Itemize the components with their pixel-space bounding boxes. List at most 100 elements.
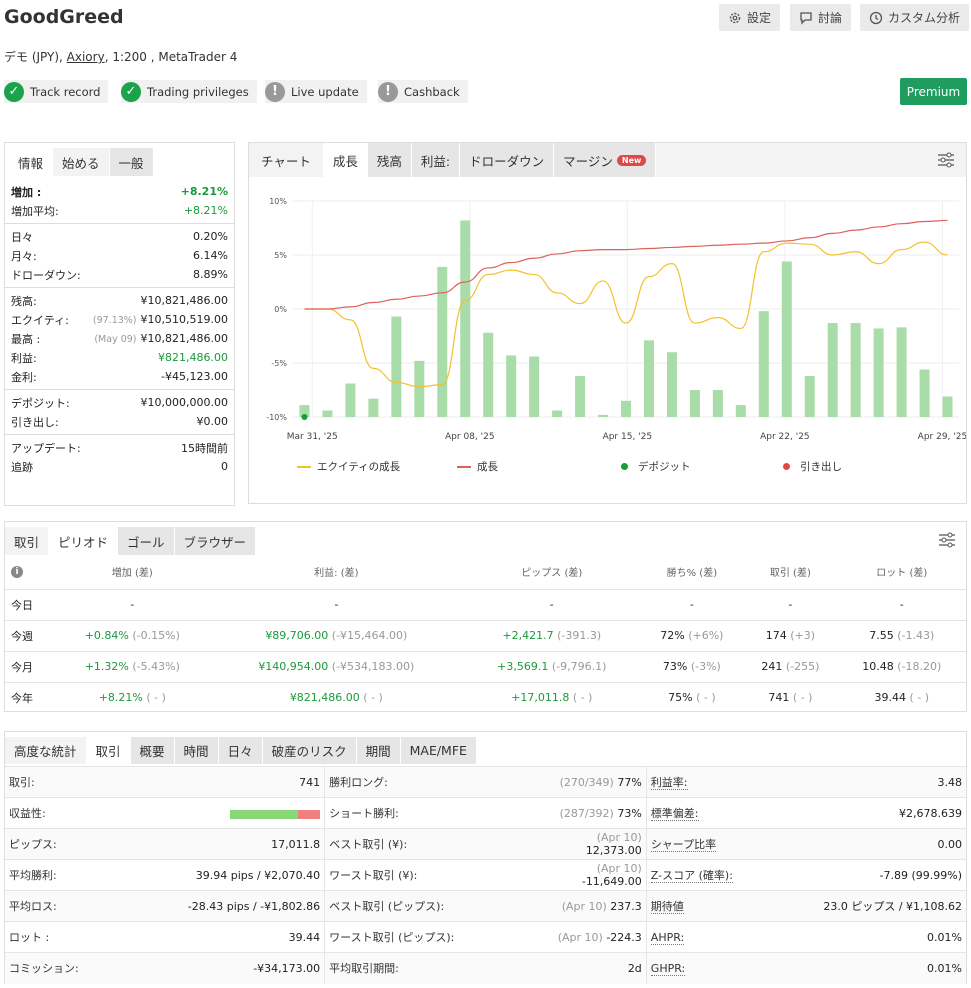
tab-general[interactable]: 一般 <box>109 148 154 176</box>
advanced-stats-table: 取引: 741 勝利ロング: (270/349) 77% 利益率: 3.48 収益性: ショー… <box>5 766 966 984</box>
period-value: 241 <box>761 660 783 673</box>
adv-tab[interactable]: 期間 <box>356 737 401 764</box>
adv-value-cell: 39.44 <box>105 921 325 953</box>
divider <box>5 287 234 288</box>
adv-label-cell: 平均取引期間: <box>324 952 546 984</box>
stat-value: 0.20% <box>193 230 228 243</box>
period-cell: +1.32% (-5.43%) <box>55 650 210 682</box>
tab-goal[interactable]: ゴール <box>118 527 175 555</box>
tab-chart[interactable]: チャート <box>249 143 324 177</box>
badge-trading-privileges[interactable]: ✓ Trading privileges <box>121 80 257 103</box>
stat-row: 引き出し: ¥0.00 <box>5 412 234 431</box>
adv-row: 取引: 741 勝利ロング: (270/349) 77% 利益率: 3.48 <box>5 766 966 798</box>
adv-tab[interactable]: 高度な統計 <box>5 737 87 764</box>
adv-label-cell: 期待値 <box>645 890 747 922</box>
tab-period[interactable]: ピリオド <box>49 527 119 555</box>
period-diff: (-18.20) <box>897 660 942 673</box>
adv-row: ロット :39.44 ワースト取引 (ピップス): (Apr 10) -224.3 A… <box>5 921 966 953</box>
badge-live-update[interactable]: ! Live update <box>265 80 367 103</box>
tab-drawdown[interactable]: ドローダウン <box>460 143 555 177</box>
stat-row: デポジット: ¥10,000,000.00 <box>5 393 234 412</box>
period-value: - <box>689 598 694 611</box>
adv-tab[interactable]: MAE/MFE <box>400 737 477 764</box>
adv-tab[interactable]: 日々 <box>218 737 263 764</box>
adv-label-cell: ロット : <box>5 921 106 953</box>
adv-label: ショート勝利: <box>329 807 399 820</box>
period-col-header: ロット (差) <box>876 568 928 580</box>
tab-trades[interactable]: 取引 <box>5 527 50 555</box>
filter-icon[interactable] <box>938 532 956 548</box>
info-icon[interactable]: i <box>5 555 55 589</box>
growth-bar <box>391 316 402 417</box>
adv-tab[interactable]: 破産のリスク <box>262 737 357 764</box>
adv-value: 17,011.8 <box>271 837 321 851</box>
badge-track-record[interactable]: ✓ Track record <box>4 80 109 103</box>
stat-label: アップデート: <box>11 441 81 455</box>
period-cell: 7.55 (-1.43) <box>837 619 966 651</box>
period-value: - <box>130 598 135 611</box>
adv-note: (Apr 10) <box>596 831 642 844</box>
adv-label-cell: ピップス: <box>5 828 106 860</box>
adv-label: ベスト取引 (¥): <box>329 838 408 851</box>
y-tick-label: 5% <box>274 251 287 260</box>
profitability-bar <box>230 809 321 819</box>
settings-button[interactable]: 設定 <box>719 4 781 31</box>
adv-tab[interactable]: 概要 <box>130 737 175 764</box>
stat-value-group: 8.89% <box>193 268 228 281</box>
adv-value: 73% <box>617 806 642 820</box>
adv-note: (270/349) <box>559 775 614 789</box>
adv-tab[interactable]: 取引 <box>86 737 131 764</box>
exclamation-icon: ! <box>378 81 398 102</box>
account-leverage: , 1:200 , MetaTrader 4 <box>104 50 238 64</box>
custom-analysis-button[interactable]: カスタム分析 <box>860 4 970 31</box>
period-value: +3,569.1 <box>497 660 549 673</box>
stat-value-group: (May 09) ¥10,821,486.00 <box>94 332 228 345</box>
tab-browser[interactable]: ブラウザー <box>174 527 257 555</box>
period-panel: 取引 ピリオド ゴール ブラウザー i 増加 (差) 利益: (差) ピップス (差)… <box>4 521 967 713</box>
period-diff: (-¥15,464.00) <box>331 629 408 642</box>
tab-profit[interactable]: 利益: <box>411 143 461 177</box>
badge-cashback[interactable]: ! Cashback <box>378 80 468 103</box>
tab-growth[interactable]: 成長 <box>323 143 368 177</box>
stat-value-group: ¥0.00 <box>197 415 229 428</box>
period-value: 10.48 <box>862 660 894 673</box>
adv-value: 3.48 <box>937 775 963 789</box>
period-diff: (-3%) <box>690 660 721 673</box>
broker-link[interactable]: Axiory <box>67 50 105 64</box>
adv-row: 平均勝利: 39.94 pips / ¥2,070.40 ワースト取引 (¥): (A… <box>5 859 966 891</box>
legend-deposit: デポジット <box>621 459 691 474</box>
tab-start[interactable]: 始める <box>53 148 110 176</box>
period-row: 今日 - - - - - - <box>5 588 966 620</box>
growth-line <box>304 219 948 310</box>
adv-value: 2d <box>627 961 642 975</box>
adv-label: ベスト取引 (ピップス): <box>329 900 445 913</box>
adv-label-cell: 利益率: <box>645 766 747 798</box>
filter-icon[interactable] <box>937 152 955 168</box>
adv-tab[interactable]: 時間 <box>174 737 219 764</box>
period-value: 75% <box>668 691 693 705</box>
premium-button[interactable]: Premium <box>900 78 967 105</box>
growth-bar <box>758 311 769 417</box>
tab-margin[interactable]: マージン New <box>554 143 657 177</box>
tab-info[interactable]: 情報 <box>9 148 54 176</box>
tab-balance[interactable]: 残高 <box>367 143 412 177</box>
stat-row: 日々 0.20% <box>5 227 234 246</box>
period-value: 7.55 <box>869 629 894 642</box>
growth-chart[interactable]: 10% 5% 0% -5% -10% Mar 31, '25 Apr 08, '25 Apr … <box>249 189 966 469</box>
divider <box>5 389 234 390</box>
period-cell: - <box>55 588 210 620</box>
discuss-button[interactable]: 討論 <box>790 4 852 31</box>
period-value: 174 <box>765 629 787 642</box>
legend-equity: エクイティの成長 <box>297 459 400 474</box>
period-diff: (-0.15%) <box>132 629 180 642</box>
period-header-row: i 増加 (差) 利益: (差) ピップス (差) 勝ち% (差) 取引 (差) ロット (… <box>5 555 966 589</box>
stat-value-group: ¥10,821,486.00 <box>141 294 228 307</box>
period-value: +1.32% <box>84 660 129 673</box>
period-diff: (-5.43%) <box>132 660 180 673</box>
period-cell: 72% (+6%) <box>640 619 744 651</box>
stat-value: ¥0.00 <box>196 415 229 428</box>
stat-row: 残高: ¥10,821,486.00 <box>5 291 234 310</box>
info-tabs: 情報 始める 一般 <box>5 148 234 176</box>
growth-bar <box>896 327 907 417</box>
adv-value: 237.3 <box>610 899 642 913</box>
